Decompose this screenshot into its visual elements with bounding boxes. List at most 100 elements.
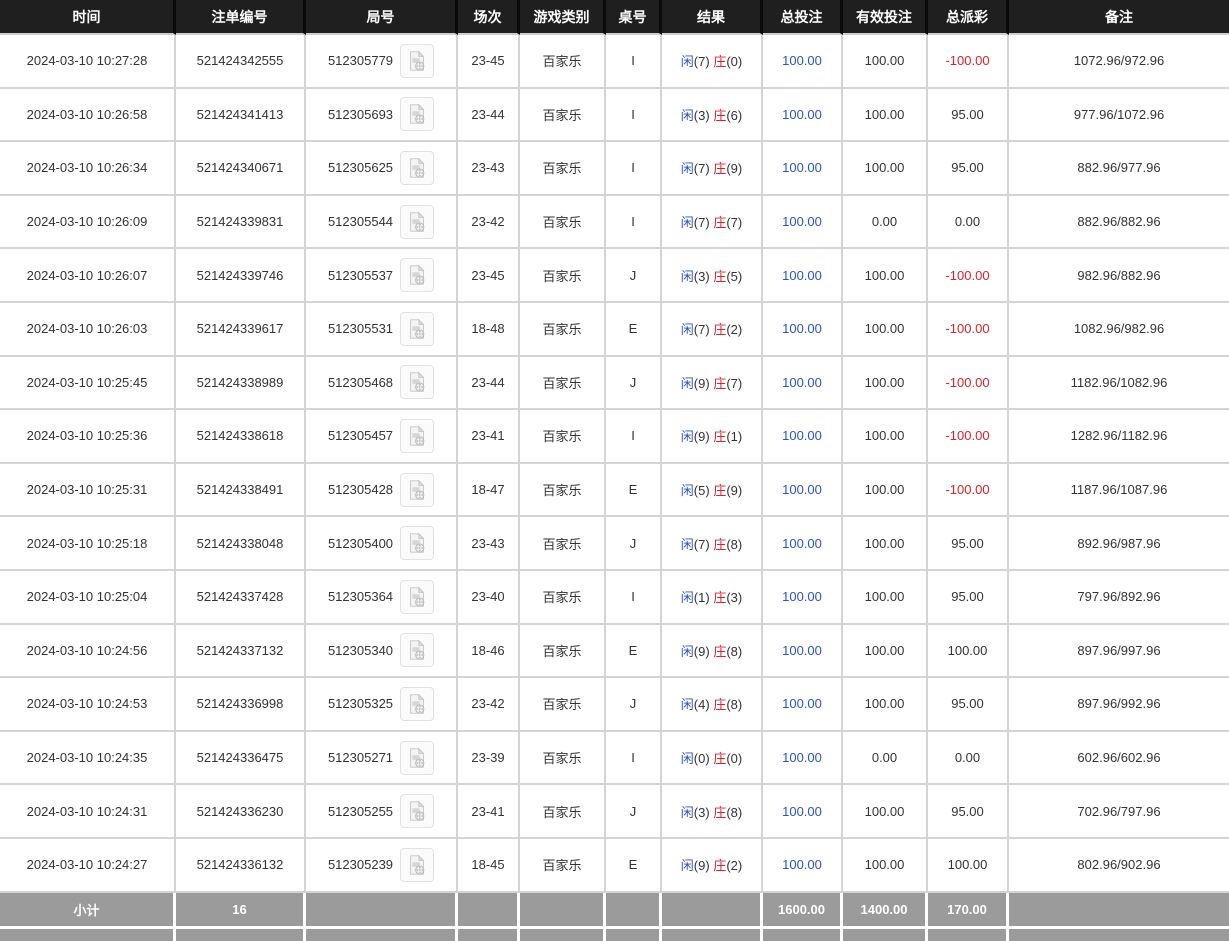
result-player-label: 闲 bbox=[681, 322, 694, 337]
summary-empty-table bbox=[606, 893, 662, 929]
cell-valid-bet: 0.00 bbox=[843, 732, 928, 786]
video-replay-button[interactable] bbox=[400, 205, 434, 239]
cell-bet-id: 521424336998 bbox=[176, 678, 306, 732]
cell-game-type: 百家乐 bbox=[520, 142, 606, 196]
video-replay-button[interactable] bbox=[400, 526, 434, 560]
cell-bet-id: 521424339746 bbox=[176, 249, 306, 303]
round-number: 512305779 bbox=[328, 53, 393, 68]
cell-round: 512305457 bbox=[306, 410, 458, 464]
cell-bet-id: 521424339831 bbox=[176, 196, 306, 250]
cell-valid-bet: 100.00 bbox=[843, 303, 928, 357]
bet-records-table: 时间注单编号局号场次游戏类别桌号结果总投注有效投注总派彩备注 2024-03-1… bbox=[0, 0, 1229, 941]
cell-table-no: I bbox=[606, 35, 662, 89]
cell-remark: 897.96/992.96 bbox=[1009, 678, 1229, 732]
table-row: 2024-03-10 10:24:53521424336998512305325… bbox=[0, 678, 1229, 732]
table-body: 2024-03-10 10:27:28521424342555512305779… bbox=[0, 35, 1229, 893]
result-player-value: (9) bbox=[694, 376, 710, 391]
round-number: 512305625 bbox=[328, 160, 393, 175]
result-banker-label: 庄 bbox=[713, 269, 726, 284]
result-player-label: 闲 bbox=[681, 108, 694, 123]
cell-bet-id: 521424342555 bbox=[176, 35, 306, 89]
column-header-time: 时间 bbox=[0, 0, 176, 35]
video-replay-button[interactable] bbox=[400, 580, 434, 614]
video-replay-button[interactable] bbox=[400, 419, 434, 453]
result-player-label: 闲 bbox=[681, 858, 694, 873]
column-header-game: 游戏类别 bbox=[520, 0, 606, 35]
video-replay-button[interactable] bbox=[400, 312, 434, 346]
cell-round: 512305779 bbox=[306, 35, 458, 89]
result-banker-label: 庄 bbox=[713, 322, 726, 337]
cell-time: 2024-03-10 10:25:31 bbox=[0, 464, 176, 518]
video-replay-button[interactable] bbox=[400, 258, 434, 292]
cell-round: 512305271 bbox=[306, 732, 458, 786]
video-replay-button[interactable] bbox=[400, 365, 434, 399]
round-number-wrap: 512305531 bbox=[328, 312, 434, 346]
summary-empty-remark bbox=[1009, 893, 1229, 929]
cell-result: 闲(7) 庄(7) bbox=[662, 196, 763, 250]
result-player-value: (0) bbox=[694, 751, 710, 766]
video-replay-button[interactable] bbox=[400, 848, 434, 882]
cell-round: 512305468 bbox=[306, 357, 458, 411]
cell-payout: -100.00 bbox=[928, 410, 1009, 464]
video-replay-button[interactable] bbox=[400, 633, 434, 667]
cell-session: 18-46 bbox=[458, 625, 520, 679]
cell-valid-bet: 100.00 bbox=[843, 357, 928, 411]
video-replay-button[interactable] bbox=[400, 151, 434, 185]
cell-round: 512305325 bbox=[306, 678, 458, 732]
video-replay-button[interactable] bbox=[400, 44, 434, 78]
result-player-label: 闲 bbox=[681, 215, 694, 230]
cell-session: 23-39 bbox=[458, 732, 520, 786]
result-banker-label: 庄 bbox=[713, 161, 726, 176]
video-replay-button[interactable] bbox=[400, 97, 434, 131]
summary-count: 16 bbox=[176, 893, 306, 929]
cell-time: 2024-03-10 10:25:36 bbox=[0, 410, 176, 464]
cell-valid-bet: 100.00 bbox=[843, 678, 928, 732]
video-replay-button[interactable] bbox=[400, 741, 434, 775]
result-player-value: (9) bbox=[694, 644, 710, 659]
video-replay-button[interactable] bbox=[400, 794, 434, 828]
cell-table-no: I bbox=[606, 732, 662, 786]
summary-label: 小计 bbox=[0, 893, 176, 929]
cell-result: 闲(3) 庄(8) bbox=[662, 785, 763, 839]
round-number-wrap: 512305325 bbox=[328, 687, 434, 721]
cell-table-no: J bbox=[606, 785, 662, 839]
cell-game-type: 百家乐 bbox=[520, 35, 606, 89]
cell-session: 18-48 bbox=[458, 303, 520, 357]
cell-table-no: J bbox=[606, 357, 662, 411]
cell-session: 23-44 bbox=[458, 89, 520, 143]
video-replay-button[interactable] bbox=[400, 687, 434, 721]
result-player-value: (3) bbox=[694, 805, 710, 820]
cell-round: 512305239 bbox=[306, 839, 458, 893]
cell-remark: 892.96/987.96 bbox=[1009, 517, 1229, 571]
round-number: 512305325 bbox=[328, 696, 393, 711]
cell-total-bet: 100.00 bbox=[763, 678, 843, 732]
column-header-total_bet: 总投注 bbox=[763, 0, 843, 35]
round-number-wrap: 512305400 bbox=[328, 526, 434, 560]
cell-payout: 0.00 bbox=[928, 732, 1009, 786]
round-number: 512305255 bbox=[328, 804, 393, 819]
cell-payout: -100.00 bbox=[928, 35, 1009, 89]
cell-session: 23-44 bbox=[458, 357, 520, 411]
column-header-result: 结果 bbox=[662, 0, 763, 35]
cell-payout: -100.00 bbox=[928, 357, 1009, 411]
round-number: 512305544 bbox=[328, 214, 393, 229]
result-player-value: (7) bbox=[694, 161, 710, 176]
round-number-wrap: 512305364 bbox=[328, 580, 434, 614]
cell-result: 闲(3) 庄(5) bbox=[662, 249, 763, 303]
result-player-value: (9) bbox=[694, 429, 710, 444]
round-number: 512305693 bbox=[328, 107, 393, 122]
cell-table-no: I bbox=[606, 142, 662, 196]
round-number-wrap: 512305239 bbox=[328, 848, 434, 882]
table-row: 2024-03-10 10:25:18521424338048512305400… bbox=[0, 517, 1229, 571]
cell-payout: 100.00 bbox=[928, 625, 1009, 679]
cell-game-type: 百家乐 bbox=[520, 625, 606, 679]
cell-remark: 1282.96/1182.96 bbox=[1009, 410, 1229, 464]
cell-game-type: 百家乐 bbox=[520, 517, 606, 571]
column-header-remark: 备注 bbox=[1009, 0, 1229, 35]
cell-session: 23-45 bbox=[458, 35, 520, 89]
summary-empty-round bbox=[306, 893, 458, 929]
cell-round: 512305340 bbox=[306, 625, 458, 679]
cell-payout: -100.00 bbox=[928, 303, 1009, 357]
result-banker-value: (9) bbox=[726, 161, 742, 176]
video-replay-button[interactable] bbox=[400, 473, 434, 507]
